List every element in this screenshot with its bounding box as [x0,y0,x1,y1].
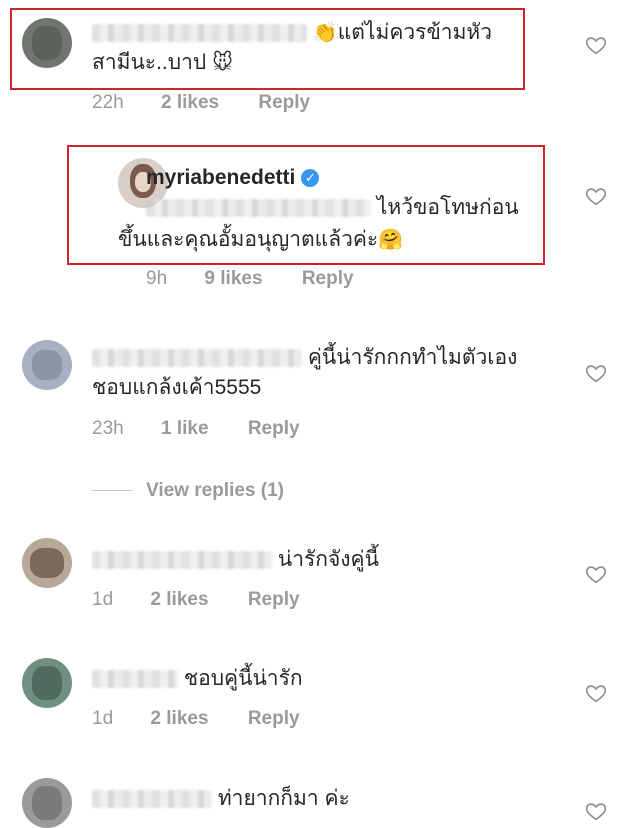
comment-text: น่ารักจังคู่นี้ [92,545,379,575]
comment-meta: 22h 2 likes Reply [92,92,344,114]
comment-time: 22h [92,92,124,113]
highlight-box [10,8,525,90]
heart-icon[interactable] [585,563,607,585]
blurred-username [92,551,272,570]
divider-line [92,490,132,492]
comment-meta: 9h 9 likes Reply [146,268,388,290]
avatar[interactable] [22,538,72,588]
likes-count[interactable]: 2 likes [161,92,219,113]
comment-meta: 1d 2 likes Reply [92,708,334,730]
avatar[interactable] [22,778,72,828]
likes-count[interactable]: 2 likes [150,589,208,610]
likes-count[interactable]: 9 likes [204,268,262,289]
heart-icon[interactable] [585,185,607,207]
comment-meta: 1d 2 likes Reply [92,589,334,611]
comment-time: 9h [146,268,168,289]
highlight-box [67,145,545,265]
likes-count[interactable]: 2 likes [150,708,208,729]
avatar[interactable] [22,658,72,708]
comment-time: 23h [92,418,124,439]
reply-button[interactable]: Reply [258,92,310,113]
likes-count[interactable]: 1 like [161,418,209,439]
reply-button[interactable]: Reply [248,589,300,610]
comment-text: ท่ายากก็มา ค่ะ [92,784,350,814]
blurred-username [92,670,178,689]
heart-icon[interactable] [585,34,607,56]
comment-text: คู่นี้น่ารักกกทำไมตัวเอง ชอบแกล้งเค้า555… [92,346,518,399]
comment-meta: 23h 1 like Reply [92,418,334,440]
blurred-username [92,790,212,809]
comment-time: 1d [92,708,114,729]
reply-button[interactable]: Reply [302,268,354,289]
heart-icon[interactable] [585,682,607,704]
comment-time: 1d [92,589,114,610]
reply-button[interactable]: Reply [248,418,300,439]
blurred-username [92,349,302,368]
heart-icon[interactable] [585,800,607,822]
heart-icon[interactable] [585,362,607,384]
view-replies-button[interactable]: View replies (1) [92,480,284,502]
comment-text: ชอบคู่นี้น่ารัก [92,664,303,694]
avatar[interactable] [22,340,72,390]
reply-button[interactable]: Reply [248,708,300,729]
